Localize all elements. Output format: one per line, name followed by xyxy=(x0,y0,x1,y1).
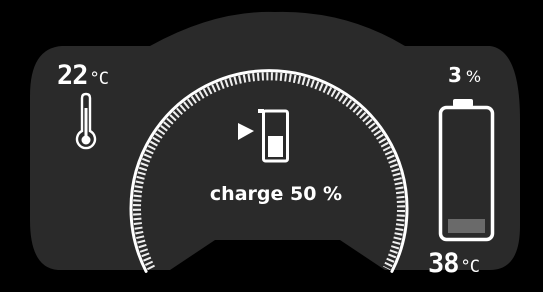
charge-status-label: charge 50 % xyxy=(209,183,343,205)
battery-temperature-value: 38 xyxy=(428,248,460,279)
dashboard-cluster: 22 °C 3% charge 50 % 38 °C xyxy=(0,0,543,292)
cabin-temperature: 22 °C xyxy=(57,60,110,91)
battery-level: 3% xyxy=(448,63,481,87)
battery-level-unit: % xyxy=(465,67,482,86)
cabin-temperature-value: 22 xyxy=(57,60,89,91)
cabin-temperature-unit: °C xyxy=(89,69,110,89)
battery-level-value: 3 xyxy=(448,63,462,87)
battery-temperature: 38 °C xyxy=(428,248,481,279)
battery-temperature-unit: °C xyxy=(460,257,481,277)
